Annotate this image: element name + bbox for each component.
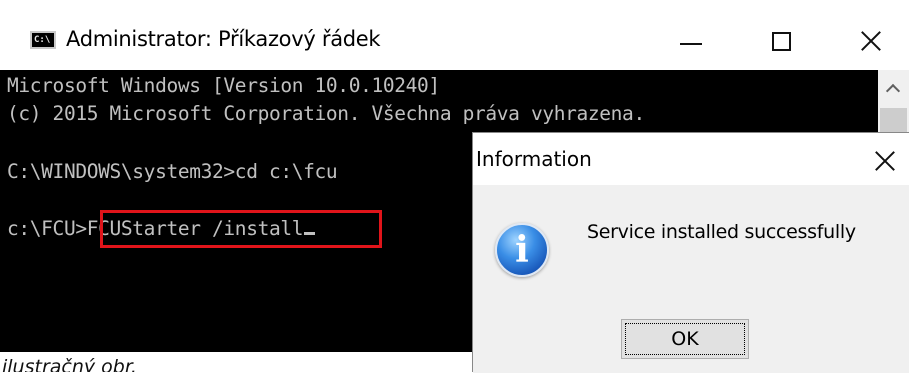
minimize-button[interactable] [656,16,726,66]
maximize-button[interactable] [746,16,816,66]
close-button[interactable] [836,16,906,66]
dialog-titlebar[interactable]: Information [473,133,909,185]
console-line: C:\WINDOWS\system32>cd c:\fcu [7,160,338,183]
information-icon: i [495,223,549,277]
console-line: (c) 2015 Microsoft Corporation. Všechna … [7,102,645,125]
dialog-title: Information [476,147,592,171]
ok-button[interactable]: OK [621,319,749,359]
scroll-up-icon[interactable] [886,82,900,96]
window-title: Administrator: Příkazový řádek [66,27,381,51]
close-icon [860,30,882,52]
dialog-close-button[interactable] [865,141,905,181]
information-dialog: Information i Service installed successf… [472,132,909,373]
console-prompt: c:\FCU> [7,217,87,240]
image-caption: ilustračný obr. [2,356,137,372]
command-highlight-box [100,210,382,248]
cmd-titlebar[interactable]: C:\ Administrator: Příkazový řádek [0,0,909,70]
minimize-icon [680,43,702,45]
console-line: Microsoft Windows [Version 10.0.10240] [7,74,440,97]
dialog-message: Service installed successfully [587,221,856,243]
close-icon [874,150,896,172]
maximize-icon [771,31,791,51]
cmd-icon: C:\ [30,31,56,49]
